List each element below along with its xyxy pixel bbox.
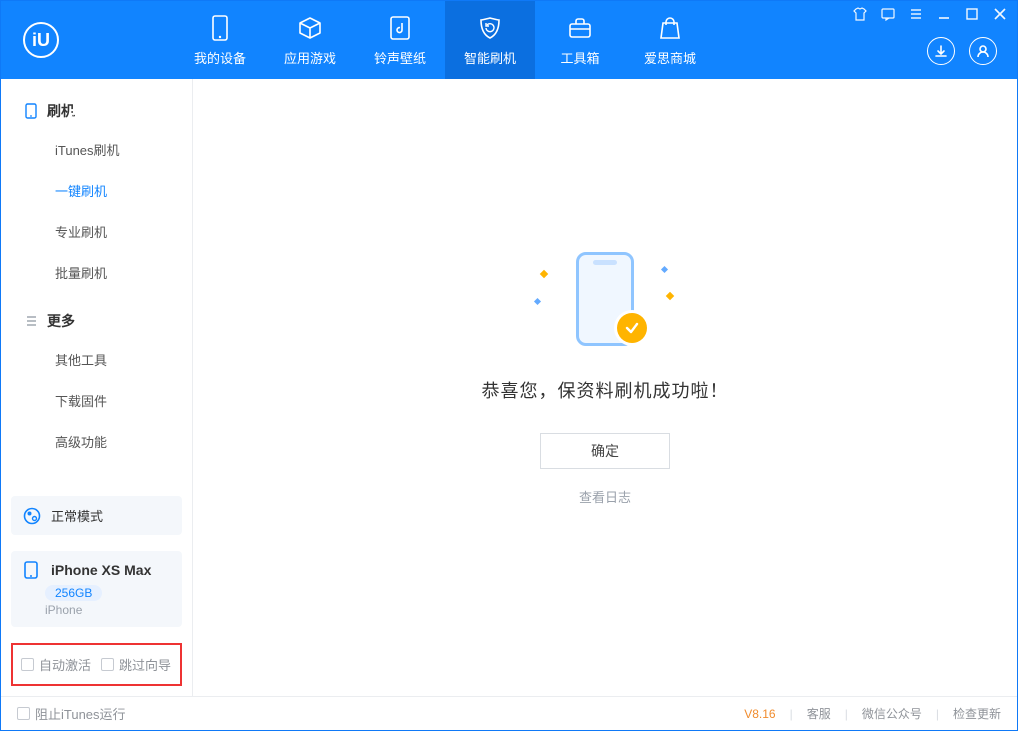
checkbox-auto-activate[interactable]: 自动激活 (21, 655, 91, 674)
status-bar: 阻止iTunes运行 V8.16 | 客服 | 微信公众号 | 检查更新 (1, 696, 1017, 730)
status-link-support[interactable]: 客服 (807, 705, 831, 722)
tab-toolbox[interactable]: 工具箱 (535, 1, 625, 79)
sidebar-section-more: 更多 (1, 299, 192, 339)
checkbox-skip-guide[interactable]: 跳过向导 (101, 655, 171, 674)
main-nav-tabs: 我的设备 应用游戏 铃声壁纸 智能刷机 (175, 1, 715, 79)
success-illustration (535, 249, 675, 349)
header-right-icons (927, 37, 997, 65)
sidebar-item-other-tools[interactable]: 其他工具 (1, 339, 192, 380)
sidebar-item-advanced[interactable]: 高级功能 (1, 421, 192, 462)
app-name: 爱思助手 (69, 0, 157, 130)
tab-smart-flash[interactable]: 智能刷机 (445, 1, 535, 79)
tab-apps-games[interactable]: 应用游戏 (265, 1, 355, 79)
app-window: iU 爱思助手 www.i4.cn 我的设备 应用游戏 (0, 0, 1018, 731)
user-icon[interactable] (969, 37, 997, 65)
music-file-icon (386, 14, 414, 42)
app-logo: iU 爱思助手 www.i4.cn (1, 1, 175, 79)
sidebar-item-pro-flash[interactable]: 专业刷机 (1, 211, 192, 252)
check-badge-icon (617, 313, 647, 343)
cube-icon (296, 14, 324, 42)
shield-refresh-icon (476, 14, 504, 42)
sidebar-item-batch-flash[interactable]: 批量刷机 (1, 252, 192, 293)
success-message: 恭喜您，保资料刷机成功啦！ (482, 377, 729, 403)
device-name: iPhone XS Max (51, 562, 151, 578)
device-storage: 256GB (45, 585, 102, 601)
device-icon (23, 103, 39, 119)
list-icon (23, 313, 39, 329)
maximize-button[interactable] (965, 7, 979, 21)
close-button[interactable] (993, 7, 1007, 21)
phone-icon (206, 14, 234, 42)
tab-ringtones-wallpapers[interactable]: 铃声壁纸 (355, 1, 445, 79)
app-domain: www.i4.cn (69, 130, 157, 142)
checkbox-block-itunes[interactable]: 阻止iTunes运行 (17, 704, 126, 723)
window-controls (853, 7, 1007, 21)
sidebar-item-oneclick-flash[interactable]: 一键刷机 (1, 170, 192, 211)
bag-icon (656, 14, 684, 42)
connection-mode-label: 正常模式 (51, 506, 103, 525)
options-highlight-box: 自动激活 跳过向导 (11, 643, 182, 686)
checkbox-icon (21, 658, 34, 671)
feedback-icon[interactable] (881, 7, 895, 21)
phone-small-icon (23, 561, 39, 579)
window-body: 刷机 iTunes刷机 一键刷机 专业刷机 批量刷机 更多 其他工具 下载固件 … (1, 79, 1017, 696)
view-log-link[interactable]: 查看日志 (579, 487, 631, 506)
sidebar-item-download-firmware[interactable]: 下载固件 (1, 380, 192, 421)
tab-my-device[interactable]: 我的设备 (175, 1, 265, 79)
status-link-update[interactable]: 检查更新 (953, 705, 1001, 722)
menu-icon[interactable] (909, 7, 923, 21)
download-icon[interactable] (927, 37, 955, 65)
tshirt-icon[interactable] (853, 7, 867, 21)
ok-button[interactable]: 确定 (540, 433, 670, 469)
checkbox-icon (101, 658, 114, 671)
device-type: iPhone (45, 603, 170, 617)
version-label: V8.16 (744, 707, 775, 721)
logo-icon: iU (23, 22, 59, 58)
status-link-wechat[interactable]: 微信公众号 (862, 705, 922, 722)
tab-store[interactable]: 爱思商城 (625, 1, 715, 79)
title-bar: iU 爱思助手 www.i4.cn 我的设备 应用游戏 (1, 1, 1017, 79)
minimize-button[interactable] (937, 7, 951, 21)
main-content: 恭喜您，保资料刷机成功啦！ 确定 查看日志 (193, 79, 1017, 696)
connection-mode[interactable]: 正常模式 (11, 496, 182, 535)
toolbox-icon (566, 14, 594, 42)
device-panel[interactable]: iPhone XS Max 256GB iPhone (11, 551, 182, 627)
sidebar: 刷机 iTunes刷机 一键刷机 专业刷机 批量刷机 更多 其他工具 下载固件 … (1, 79, 193, 696)
checkbox-icon (17, 707, 30, 720)
mode-icon (23, 507, 41, 525)
